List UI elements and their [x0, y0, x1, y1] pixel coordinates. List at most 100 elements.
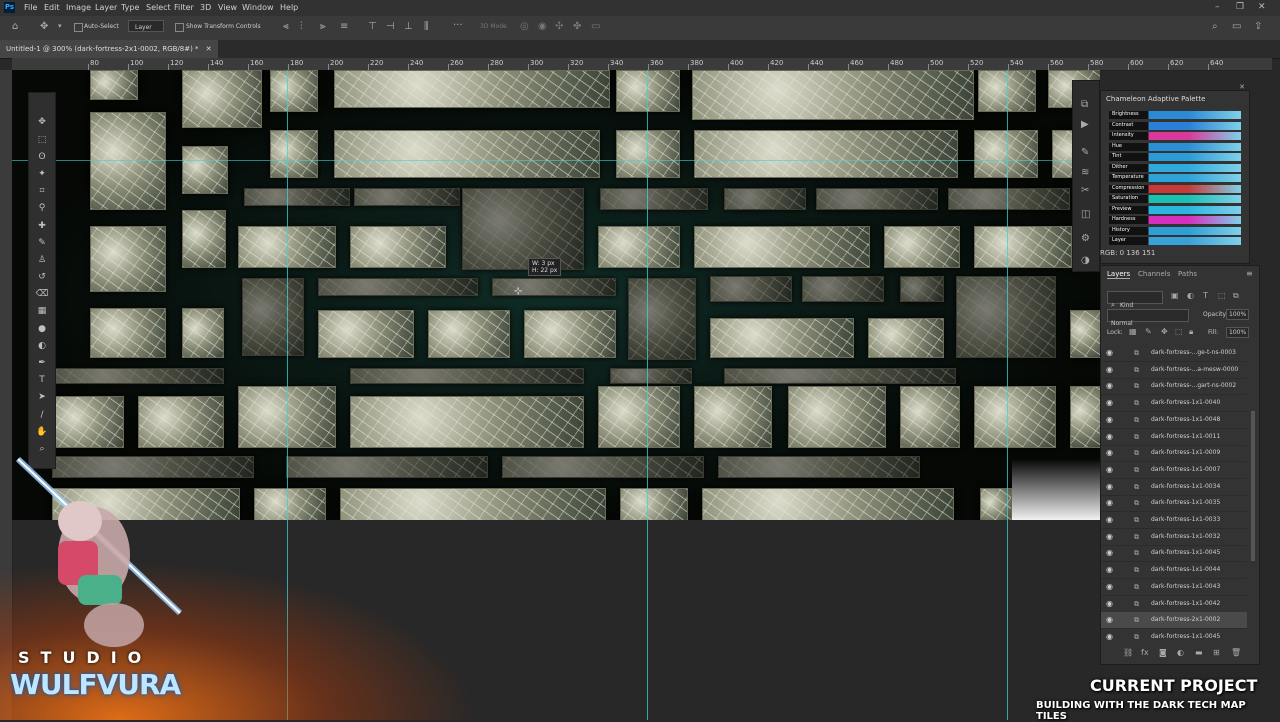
lock-position-icon[interactable]: ✥ — [1161, 327, 1168, 336]
opacity-input[interactable]: 100% — [1226, 309, 1250, 320]
search-icon[interactable]: ⌕ — [1212, 21, 1218, 32]
close-window-icon[interactable]: ✕ — [1258, 2, 1266, 12]
map-tile[interactable] — [600, 188, 708, 210]
crop-tool-icon[interactable]: ⌗ — [35, 184, 49, 198]
layers-scrollbar[interactable] — [1251, 411, 1255, 561]
map-tile[interactable] — [270, 70, 318, 112]
map-tile[interactable] — [350, 226, 446, 268]
map-tile[interactable] — [816, 188, 938, 210]
map-tile[interactable] — [724, 188, 806, 210]
canvas[interactable] — [12, 70, 1100, 520]
lock-artboard-icon[interactable]: ⬚ — [1175, 327, 1183, 336]
tab-paths[interactable]: Paths — [1178, 270, 1197, 278]
map-tile[interactable] — [182, 308, 224, 358]
adjustment-layer-icon[interactable]: ◐ — [1177, 648, 1184, 657]
map-tile[interactable] — [616, 70, 680, 112]
map-tile[interactable] — [90, 308, 166, 358]
align-center-icon[interactable]: ⫶ — [300, 21, 303, 32]
visibility-eye-icon[interactable]: ◉ — [1106, 381, 1113, 390]
map-tile[interactable] — [318, 278, 478, 296]
map-tile[interactable] — [52, 368, 224, 384]
layer-row[interactable]: ◉ ⧉ dark-fortress-1x1-0011 — [1101, 429, 1247, 446]
map-tile[interactable] — [492, 278, 616, 296]
map-tile[interactable] — [270, 130, 318, 178]
align-bottom-icon[interactable]: ⊥ — [404, 21, 413, 32]
map-tile[interactable] — [350, 368, 584, 384]
map-tile[interactable] — [710, 318, 854, 358]
map-tile[interactable] — [948, 188, 1070, 210]
visibility-eye-icon[interactable]: ◉ — [1106, 365, 1113, 374]
map-tile[interactable] — [974, 226, 1072, 268]
map-tile[interactable] — [724, 368, 956, 384]
visibility-eye-icon[interactable]: ◉ — [1106, 599, 1113, 608]
layer-row[interactable]: ◉ ⧉ dark-fortress-1x1-0043 — [1101, 579, 1247, 596]
filter-type-icon[interactable]: T — [1203, 291, 1208, 300]
menu-select[interactable]: Select — [146, 3, 171, 12]
show-transform-checkbox[interactable] — [175, 23, 184, 32]
palette-slider[interactable]: Temperature — [1109, 174, 1241, 182]
map-tile[interactable] — [90, 112, 166, 210]
layer-row[interactable]: ◉ ⧉ dark-fortress-1x1-0044 — [1101, 562, 1247, 580]
filter-adjustment-icon[interactable]: ◐ — [1187, 291, 1194, 300]
map-tile[interactable] — [340, 488, 606, 520]
home-icon[interactable]: ⌂ — [12, 21, 18, 32]
layer-row[interactable]: ◉ ⧉ dark-fortress-1x1-0035 — [1101, 495, 1247, 513]
map-tile[interactable] — [334, 130, 600, 178]
chevron-down-icon[interactable]: ▾ — [58, 22, 62, 30]
map-tile[interactable] — [620, 488, 688, 520]
align-top-icon[interactable]: ⊤ — [368, 21, 377, 32]
palette-slider[interactable]: Hue — [1109, 142, 1241, 151]
move-tool-icon[interactable]: ✥ — [40, 21, 48, 32]
lock-all-icon[interactable]: 🔒︎ — [1189, 327, 1193, 337]
move-tool-icon[interactable]: ✥ — [35, 115, 49, 129]
guide-line[interactable] — [647, 70, 648, 720]
menu-layer[interactable]: Layer — [95, 3, 117, 12]
visibility-eye-icon[interactable]: ◉ — [1106, 632, 1113, 641]
menu-help[interactable]: Help — [280, 3, 298, 12]
dodge-tool-icon[interactable]: ◐ — [35, 339, 49, 353]
palette-slider[interactable]: Tint — [1109, 153, 1241, 161]
menu-file[interactable]: File — [24, 3, 37, 12]
map-tile[interactable] — [610, 368, 692, 384]
map-tile[interactable] — [138, 396, 224, 448]
minimize-icon[interactable]: – — [1215, 2, 1220, 12]
type-tool-icon[interactable]: T — [35, 373, 49, 387]
line-tool-icon[interactable]: ∕ — [35, 408, 49, 422]
layer-row[interactable]: ◉ ⧉ dark-fortress-1x1-0007 — [1101, 462, 1247, 479]
palette-slider[interactable]: Preview — [1109, 205, 1241, 214]
palette-slider[interactable]: Dither — [1109, 163, 1241, 172]
adjust-icon[interactable]: ≋ — [1081, 167, 1089, 178]
clone-stamp-icon[interactable]: ♙ — [35, 253, 49, 267]
visibility-eye-icon[interactable]: ◉ — [1106, 565, 1113, 574]
layer-row[interactable]: ◉ ⧉ dark-fortress-...gart-ns-0002 — [1101, 378, 1247, 396]
brush-tool-icon[interactable]: ✎ — [35, 236, 49, 250]
menu-filter[interactable]: Filter — [174, 3, 194, 12]
map-tile[interactable] — [354, 188, 460, 206]
menu-view[interactable]: View — [218, 3, 237, 12]
visibility-eye-icon[interactable]: ◉ — [1106, 448, 1113, 457]
visibility-eye-icon[interactable]: ◉ — [1106, 498, 1113, 507]
layer-select[interactable]: Layer — [128, 20, 164, 32]
map-tile[interactable] — [702, 488, 954, 520]
history-brush-icon[interactable]: ↺ — [35, 270, 49, 284]
map-tile[interactable] — [462, 188, 584, 270]
filter-kind-select[interactable]: ⌕ Kind — [1107, 291, 1163, 309]
distribute-vertical-icon[interactable]: ⫼ — [424, 21, 429, 32]
palette-slider[interactable]: Compression — [1109, 184, 1241, 193]
map-tile[interactable] — [244, 188, 350, 206]
menu-image[interactable]: Image — [66, 3, 91, 12]
layer-mask-icon[interactable]: ◙ — [1159, 648, 1167, 657]
properties-icon[interactable]: ⚙ — [1081, 233, 1090, 244]
map-tile[interactable] — [802, 276, 884, 302]
map-tile[interactable] — [286, 456, 488, 478]
restore-icon[interactable]: ❐ — [1236, 2, 1244, 12]
map-tile[interactable] — [182, 146, 228, 194]
slide-3d-icon[interactable]: ✤ — [573, 21, 581, 32]
delete-layer-icon[interactable]: 🗑︎ — [1231, 648, 1241, 657]
healing-brush-icon[interactable]: ✚ — [35, 219, 49, 233]
fill-input[interactable]: 100% — [1226, 327, 1250, 338]
map-tile[interactable] — [718, 456, 920, 478]
map-tile[interactable] — [868, 318, 944, 358]
palette-slider[interactable]: Saturation — [1109, 195, 1241, 203]
filter-shape-icon[interactable]: ⬚ — [1218, 291, 1226, 300]
